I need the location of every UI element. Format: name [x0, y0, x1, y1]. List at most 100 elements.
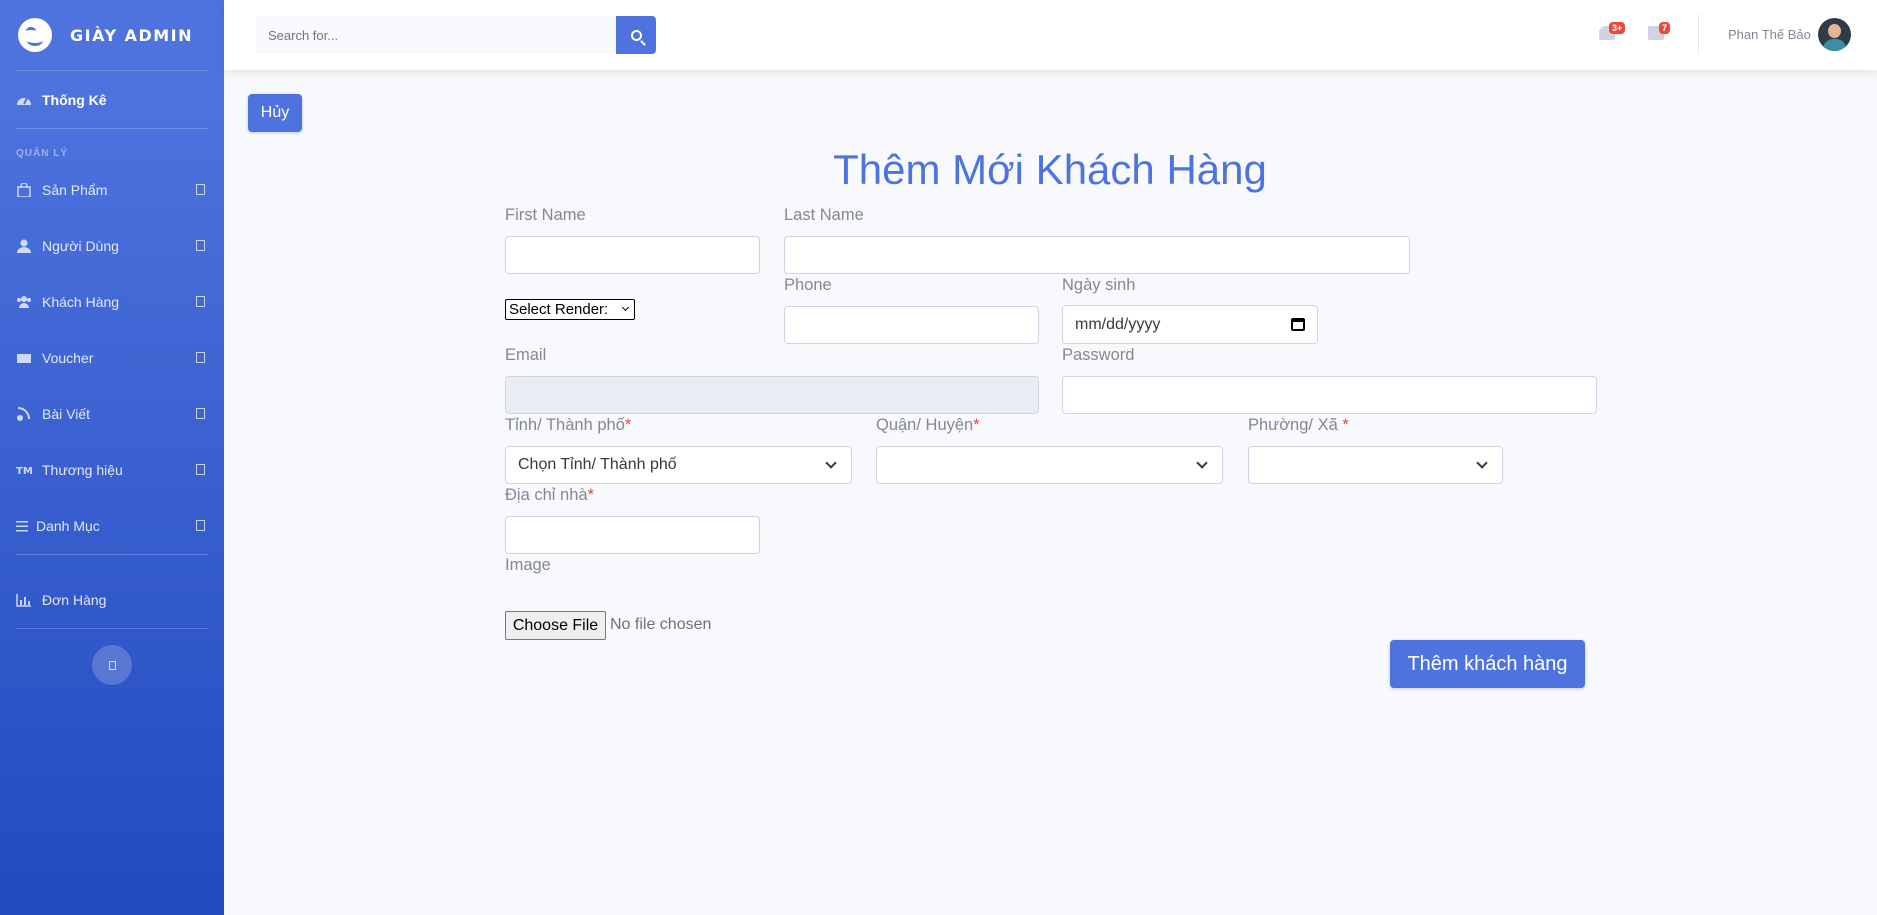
- first-name-field[interactable]: [505, 236, 760, 274]
- email-label: Email: [505, 346, 547, 364]
- chevron-down-icon: [1476, 457, 1488, 469]
- bell-icon[interactable]: 3+: [1599, 22, 1626, 40]
- sidebar-item-users[interactable]: Người Dùng: [0, 226, 224, 266]
- sidebar-item-label: Danh Mục: [36, 518, 100, 534]
- phone-label: Phone: [784, 276, 832, 294]
- required-mark: *: [624, 416, 632, 434]
- sidebar-item-label: Thương hiệu: [42, 462, 123, 478]
- sidebar-divider: [16, 70, 208, 71]
- chevron-icon: [196, 296, 205, 307]
- sidebar: GIÀY ADMIN Thống Kê QUẢN LÝ Sản Phẩm Ngư…: [0, 0, 224, 915]
- sidebar-item-label: Khách Hàng: [42, 294, 120, 310]
- brand-name: GIÀY ADMIN: [70, 25, 194, 45]
- image-label: Image: [505, 556, 551, 574]
- district-label-text: Quận/ Huyện: [876, 416, 974, 434]
- calendar-icon[interactable]: [1291, 318, 1305, 331]
- choose-file-button[interactable]: Choose File: [505, 611, 606, 640]
- chevron-left-icon: [108, 660, 116, 670]
- sidebar-item-label: Voucher: [42, 350, 94, 366]
- users-icon: [17, 296, 31, 308]
- sidebar-item-products[interactable]: Sản Phẩm: [0, 170, 224, 210]
- province-select-value: Chọn Tỉnh/ Thành phố: [518, 456, 677, 473]
- ward-select[interactable]: [1248, 446, 1503, 484]
- sidebar-item-posts[interactable]: Bài Viết: [0, 394, 224, 434]
- user-name[interactable]: Phan Thế Bảo: [1728, 27, 1811, 42]
- trademark-icon: TM: [16, 466, 32, 477]
- cancel-button[interactable]: Hủy: [248, 94, 302, 132]
- topbar-divider: [1698, 14, 1699, 54]
- sidebar-divider: [16, 554, 208, 555]
- birthday-field[interactable]: mm/dd/yyyy: [1062, 305, 1318, 344]
- sidebar-item-label: Người Dùng: [42, 238, 119, 254]
- province-label-text: Tỉnh/ Thành phố: [505, 416, 625, 434]
- address-field[interactable]: [505, 516, 760, 554]
- sidebar-toggle-button[interactable]: [92, 645, 132, 685]
- sidebar-heading: QUẢN LÝ: [16, 148, 68, 159]
- address-label: Địa chỉ nhà*: [505, 486, 594, 505]
- last-name-label: Last Name: [784, 206, 864, 224]
- password-field[interactable]: [1062, 376, 1597, 414]
- chevron-down-icon: [621, 303, 630, 312]
- sidebar-item-dashboard[interactable]: Thống Kê: [0, 80, 224, 120]
- required-mark: *: [587, 486, 594, 504]
- svg-text:TM: TM: [16, 466, 32, 477]
- gender-select-value: Select Render:: [509, 301, 609, 318]
- first-name-label: First Name: [505, 206, 586, 224]
- sidebar-item-label: Thống Kê: [42, 92, 107, 108]
- sidebar-item-voucher[interactable]: Voucher: [0, 338, 224, 378]
- required-mark: *: [1342, 416, 1349, 434]
- shopping-bag-icon: [17, 183, 31, 197]
- chart-bar-icon: [16, 594, 31, 607]
- sidebar-item-brands[interactable]: TM Thương hiệu: [0, 450, 224, 490]
- add-customer-button[interactable]: Thêm khách hàng: [1390, 640, 1585, 688]
- required-mark: *: [973, 416, 980, 434]
- file-status: No file chosen: [610, 616, 712, 633]
- sidebar-divider: [16, 628, 208, 629]
- last-name-field[interactable]: [784, 236, 1410, 274]
- ticket-icon: [17, 354, 31, 363]
- sidebar-item-label: Sản Phẩm: [42, 182, 108, 198]
- sidebar-divider: [16, 128, 208, 129]
- chevron-down-icon: [1196, 457, 1208, 469]
- avatar[interactable]: [1818, 18, 1851, 51]
- sidebar-item-label: Đơn Hàng: [42, 592, 107, 608]
- page-title: Thêm Mới Khách Hàng: [833, 146, 1267, 193]
- gender-select[interactable]: Select Render:: [505, 299, 635, 320]
- blog-icon: [17, 407, 30, 421]
- sidebar-item-label: Bài Viết: [42, 406, 90, 422]
- sidebar-item-customers[interactable]: Khách Hàng: [0, 282, 224, 322]
- birthday-placeholder: mm/dd/yyyy: [1075, 315, 1161, 333]
- birthday-label: Ngày sinh: [1062, 276, 1136, 294]
- district-label: Quận/ Huyện*: [876, 416, 980, 435]
- chevron-icon: [196, 184, 205, 195]
- alerts-badge: 3+: [1609, 22, 1626, 34]
- list-icon: [16, 521, 28, 532]
- phone-field[interactable]: [784, 306, 1039, 344]
- ward-label: Phường/ Xã *: [1248, 416, 1349, 435]
- search-bar: [256, 16, 656, 54]
- laugh-wink-icon: [18, 18, 52, 52]
- tachometer-icon: [17, 97, 31, 105]
- topbar: 3+ 7 Phan Thế Bảo: [224, 0, 1877, 70]
- province-select[interactable]: Chọn Tỉnh/ Thành phố: [505, 446, 852, 484]
- ward-label-text: Phường/ Xã: [1248, 416, 1343, 434]
- envelope-icon[interactable]: 7: [1648, 22, 1671, 40]
- sidebar-item-categories[interactable]: Danh Mục: [0, 506, 224, 546]
- messages-badge: 7: [1659, 22, 1671, 34]
- chevron-icon: [196, 464, 205, 475]
- user-icon: [17, 239, 31, 253]
- search-input[interactable]: [256, 16, 616, 54]
- address-label-text: Địa chỉ nhà: [505, 486, 588, 504]
- brand[interactable]: GIÀY ADMIN: [0, 0, 224, 70]
- password-label: Password: [1062, 346, 1135, 364]
- email-field[interactable]: [505, 376, 1039, 414]
- search-button[interactable]: [616, 16, 656, 54]
- chevron-icon: [196, 352, 205, 363]
- province-label: Tỉnh/ Thành phố*: [505, 416, 631, 435]
- chevron-icon: [196, 408, 205, 419]
- chevron-icon: [196, 520, 205, 531]
- sidebar-item-orders[interactable]: Đơn Hàng: [0, 580, 224, 620]
- chevron-icon: [196, 240, 205, 251]
- district-select[interactable]: [876, 446, 1223, 484]
- chevron-down-icon: [825, 457, 837, 469]
